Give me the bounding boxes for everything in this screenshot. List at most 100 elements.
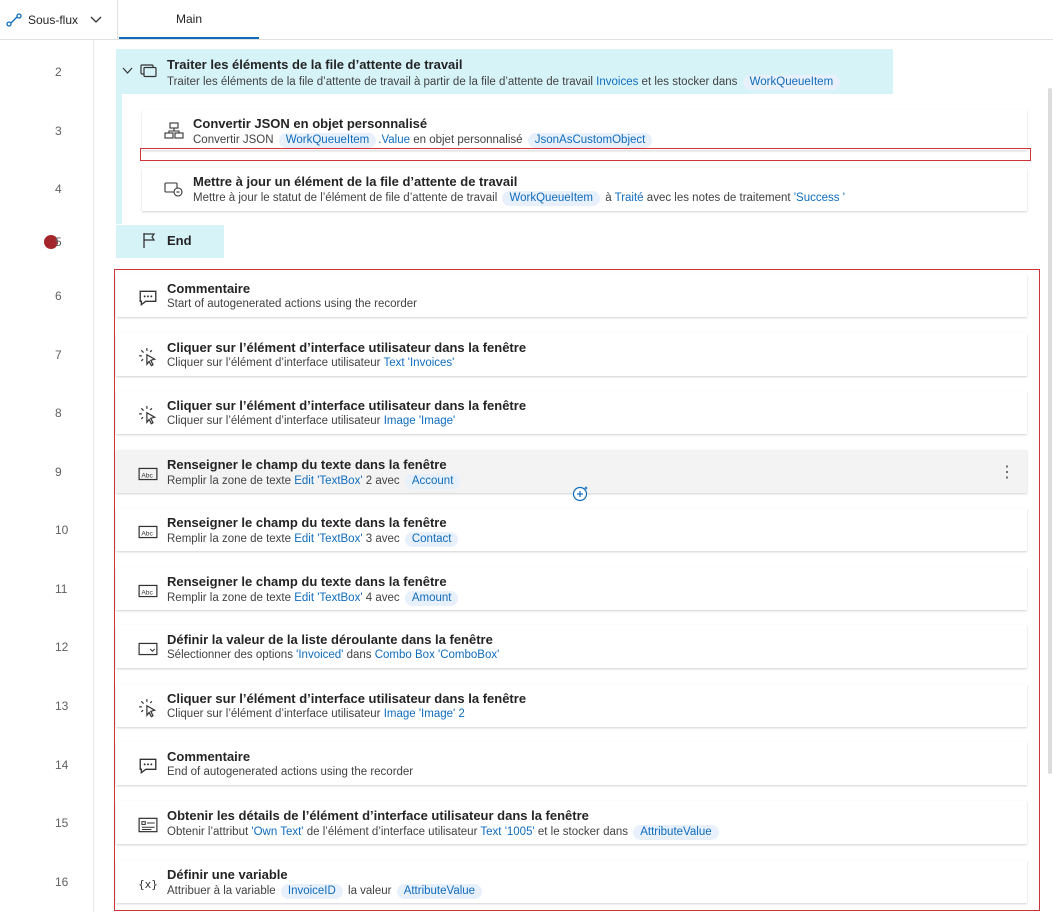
action-click-ui-element[interactable]: Cliquer sur l’élément d’interface utilis… — [116, 684, 1027, 727]
end-label: End — [167, 233, 192, 248]
property-link: .Value — [378, 134, 411, 146]
click-icon — [139, 699, 157, 718]
svg-text:Abc: Abc — [141, 472, 153, 479]
add-action-icon[interactable] — [572, 485, 589, 502]
click-icon — [139, 406, 157, 425]
action-title: Renseigner le champ du texte dans la fen… — [167, 574, 447, 589]
action-description: Cliquer sur l’élément d’interface utilis… — [167, 708, 465, 720]
desc-text: Traiter les éléments de la file d’attent… — [167, 76, 593, 88]
action-title: Définir une variable — [167, 867, 288, 882]
text-field-icon: Abc — [138, 467, 158, 481]
action-set-dropdown-value[interactable]: Définir la valeur de la liste déroulante… — [116, 625, 1027, 668]
vertical-scrollbar[interactable] — [1048, 88, 1052, 774]
action-description: Sélectionner des options 'Invoiced' dans… — [167, 649, 499, 661]
action-convert-json[interactable]: Convertir JSON en objet personnalisé Con… — [142, 110, 1027, 150]
desc-text: 2 — [365, 475, 373, 487]
variable-icon: {x} — [138, 877, 158, 891]
svg-text:Abc: Abc — [141, 530, 153, 537]
click-icon — [139, 348, 157, 367]
action-description: Traiter les éléments de la file d’attent… — [167, 75, 842, 90]
action-comment[interactable]: Commentaire End of autogenerated actions… — [116, 742, 1027, 785]
action-click-ui-element[interactable]: Cliquer sur l’élément d’interface utilis… — [116, 333, 1027, 376]
variable-pill: WorkQueueItem — [742, 75, 841, 90]
action-title: Cliquer sur l’élément d’interface utilis… — [167, 398, 527, 413]
ui-element-link: Text 'Invoices' — [383, 357, 455, 369]
desc-text: Sélectionner des options — [167, 649, 293, 661]
line-number: 16 — [55, 875, 69, 889]
desc-text: avec — [375, 533, 400, 545]
queue-link: Invoices — [596, 76, 639, 88]
subflows-label: Sous-flux — [28, 12, 79, 27]
subflow-icon — [6, 12, 22, 27]
desc-text: Mettre à jour le statut de l’élément de … — [193, 192, 498, 204]
line-number: 12 — [55, 640, 69, 654]
action-populate-text-field[interactable]: Abc Renseigner le champ du texte dans la… — [116, 508, 1027, 551]
option-link: 'Invoiced' — [296, 649, 344, 661]
loop-rail — [116, 94, 122, 224]
desc-text: dans — [346, 649, 372, 661]
desc-text: et les stocker dans — [641, 76, 738, 88]
variable-pill: JsonAsCustomObject — [527, 133, 653, 148]
work-queue-icon — [140, 64, 157, 78]
action-title: Renseigner le champ du texte dans la fen… — [167, 515, 447, 530]
variable-pill: AttributeValue — [396, 884, 483, 899]
variable-pill: Amount — [404, 591, 459, 606]
action-populate-text-field[interactable]: Abc Renseigner le champ du texte dans la… — [116, 567, 1027, 610]
desc-text: 3 — [365, 533, 373, 545]
action-description: Convertir JSON WorkQueueItem .Value en ob… — [193, 133, 654, 148]
desc-text: en objet personnalisé — [413, 134, 523, 146]
action-description: Obtenir l’attribut 'Own Text' de l’éléme… — [167, 825, 721, 840]
action-comment[interactable]: Commentaire Start of autogenerated actio… — [116, 274, 1027, 317]
desc-text: Cliquer sur l’élément d’interface utilis… — [167, 708, 381, 720]
action-click-ui-element[interactable]: Cliquer sur l’élément d’interface utilis… — [116, 391, 1027, 434]
action-title: Commentaire — [167, 749, 251, 764]
action-title: Mettre à jour un élément de la file d’at… — [193, 174, 518, 189]
line-number: 10 — [55, 523, 69, 537]
attribute-link: 'Own Text' — [251, 826, 304, 838]
chevron-down-icon[interactable] — [122, 67, 133, 75]
variable-pill: InvoiceID — [280, 884, 343, 899]
text-field-icon: Abc — [138, 584, 158, 598]
action-set-variable[interactable]: {x} Définir une variable Attribuer à la … — [116, 860, 1027, 903]
action-update-work-queue-item[interactable]: Mettre à jour un élément de la file d’at… — [142, 168, 1027, 211]
action-description: Remplir la zone de texte Edit 'TextBox' … — [167, 591, 460, 606]
desc-text: à — [605, 192, 612, 204]
action-description: Remplir la zone de texte Edit 'TextBox' … — [167, 474, 462, 489]
line-number: 6 — [55, 289, 62, 303]
desc-text: Cliquer sur l’élément d’interface utilis… — [167, 415, 381, 427]
desc-text: avec — [375, 475, 400, 487]
line-number: 5 — [55, 235, 62, 249]
line-number: 3 — [55, 124, 62, 138]
desc-text: de l’élément d’interface utilisateur — [306, 826, 478, 838]
action-description: Cliquer sur l’élément d’interface utilis… — [167, 415, 455, 427]
line-number: 13 — [55, 699, 69, 713]
desc-text: avec les notes de traitement — [646, 192, 791, 204]
subflows-dropdown[interactable]: Sous-flux — [0, 0, 118, 39]
ui-element-link: Text '1005' — [480, 826, 535, 838]
loop-action-process-work-queue[interactable]: Traiter les éléments de la file d’attent… — [116, 49, 893, 94]
convert-icon — [164, 122, 184, 139]
line-number: 7 — [55, 348, 62, 362]
desc-text: Remplir la zone de texte — [167, 592, 292, 604]
action-get-ui-element-details[interactable]: Obtenir les détails de l’élément d’inter… — [116, 801, 1027, 844]
comment-text: End of autogenerated actions using the r… — [167, 766, 414, 778]
more-options-icon[interactable]: ⋮ — [999, 462, 1015, 482]
ui-element-link: Edit 'TextBox' — [294, 592, 363, 604]
desc-text: Remplir la zone de texte — [167, 533, 292, 545]
variable-pill: WorkQueueItem — [502, 191, 600, 206]
ui-element-link: Combo Box 'ComboBox' — [374, 649, 500, 661]
action-title: Obtenir les détails de l’élément d’inter… — [167, 808, 589, 823]
desc-text: Convertir JSON — [193, 134, 274, 146]
dropdown-icon — [138, 642, 158, 656]
ui-element-link: Edit 'TextBox' — [294, 475, 363, 487]
line-number: 15 — [55, 816, 69, 830]
desc-text: avec — [375, 592, 400, 604]
ui-element-link: Image 'Image' — [383, 415, 456, 427]
tab-main[interactable]: Main — [119, 0, 259, 39]
action-title: Définir la valeur de la liste déroulante… — [167, 632, 493, 647]
ui-element-link: 2 — [458, 708, 465, 720]
action-title: Traiter les éléments de la file d’attent… — [167, 57, 463, 72]
variable-pill: AttributeValue — [633, 825, 719, 840]
work-queue-update-icon — [164, 182, 183, 197]
end-block[interactable]: End — [116, 225, 224, 258]
